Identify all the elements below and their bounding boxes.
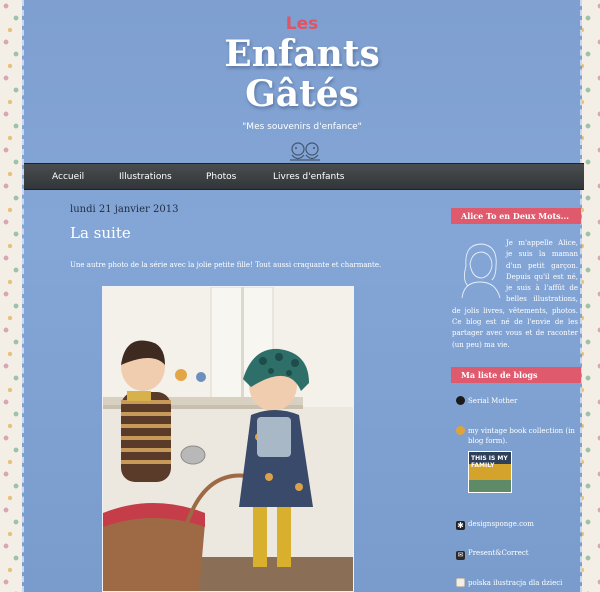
asterisk-icon: ✱ <box>456 521 465 530</box>
thumbnail-text: THIS IS MY FAMILY <box>471 455 508 469</box>
post-photo[interactable] <box>102 286 354 592</box>
post-title[interactable]: La suite <box>70 224 131 242</box>
nav-item-accueil[interactable]: Accueil <box>52 164 84 191</box>
blog-link-label: Present&Correct <box>468 549 529 557</box>
children-photo-image <box>103 287 353 591</box>
blog-tagline: "Mes souvenirs d'enfance" <box>242 122 362 132</box>
main-navigation: Accueil Illustrations Photos Livres d'en… <box>24 163 584 190</box>
brand-prefix: Les <box>285 14 319 34</box>
blog-link-label: designsponge.com <box>468 520 534 528</box>
about-text: Je m'appelle Alice, je suis la maman d'u… <box>452 239 578 349</box>
nav-item-photos[interactable]: Photos <box>206 164 236 191</box>
birds-ornament-icon <box>290 142 320 161</box>
nav-item-illustrations[interactable]: Illustrations <box>119 164 172 191</box>
blog-post-thumbnail[interactable]: THIS IS MY FAMILY <box>468 451 512 493</box>
blog-list-title: Ma liste de blogs <box>451 367 581 383</box>
blog-link-polska-ilustracja[interactable]: polska ilustracja dla dzieci <box>456 578 580 589</box>
envelope-icon: ✉ <box>456 551 465 560</box>
post-body-text: Une autre photo de la série avec la joli… <box>70 261 382 269</box>
blog-title-line2: Gâtés <box>245 73 359 115</box>
nav-item-livres[interactable]: Livres d'enfants <box>273 164 344 191</box>
blog-link-designsponge[interactable]: ✱ designsponge.com <box>456 520 580 530</box>
blog-link-label: polska ilustracja dla dzieci <box>468 579 563 587</box>
blog-link-present-correct[interactable]: ✉ Present&Correct <box>456 549 580 560</box>
blog-link-label: my vintage book collection (in blog form… <box>468 427 575 445</box>
blog-title[interactable]: Enfants Gâtés <box>24 34 580 114</box>
blog-favicon-icon <box>456 426 465 435</box>
blog-link-serial-mother[interactable]: Serial Mother <box>456 396 580 407</box>
blog-title-line1: Enfants <box>224 33 380 75</box>
blog-favicon-icon <box>456 396 465 405</box>
blog-link-vintage-book[interactable]: my vintage book collection (in blog form… <box>456 426 580 446</box>
blog-favicon-icon <box>456 578 465 587</box>
post-date: lundi 21 janvier 2013 <box>70 204 179 215</box>
blog-link-label: Serial Mother <box>468 397 518 405</box>
content-panel: Les Enfants Gâtés "Mes souvenirs d'enfan… <box>22 0 584 592</box>
about-widget-title: Alice To en Deux Mots... <box>451 208 581 224</box>
